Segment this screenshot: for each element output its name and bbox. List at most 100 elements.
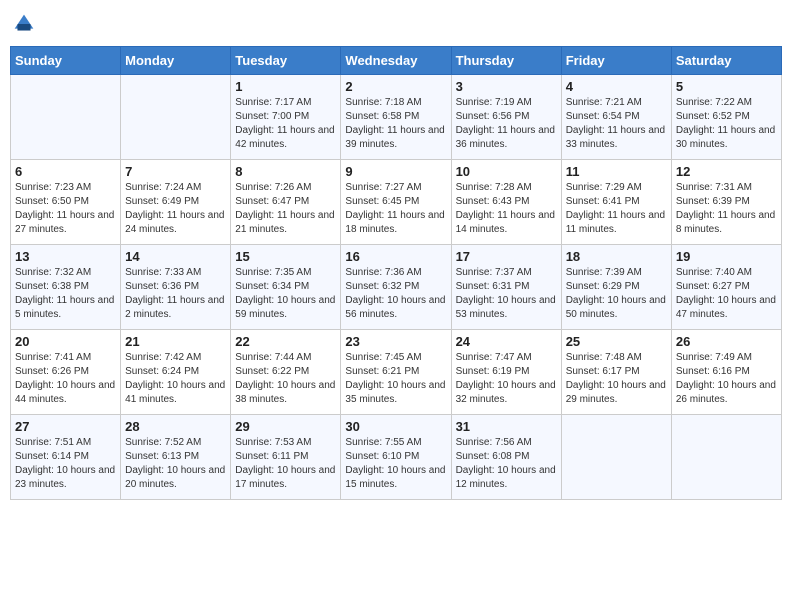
calendar-cell: 6 Sunrise: 7:23 AM Sunset: 6:50 PM Daylig…	[11, 160, 121, 245]
calendar-cell	[561, 415, 671, 500]
calendar-cell: 2 Sunrise: 7:18 AM Sunset: 6:58 PM Daylig…	[341, 75, 451, 160]
day-number: 11	[566, 164, 667, 179]
day-number: 23	[345, 334, 446, 349]
day-number: 4	[566, 79, 667, 94]
day-info: Sunrise: 7:49 AM Sunset: 6:16 PM Dayligh…	[676, 351, 777, 407]
weekday-header: Wednesday	[341, 47, 451, 75]
day-number: 28	[125, 419, 226, 434]
day-info: Sunrise: 7:23 AM Sunset: 6:50 PM Dayligh…	[15, 181, 116, 237]
calendar-week-row: 27 Sunrise: 7:51 AM Sunset: 6:14 PM Dayli…	[11, 415, 782, 500]
calendar-cell: 19 Sunrise: 7:40 AM Sunset: 6:27 PM Dayli…	[671, 245, 781, 330]
day-info: Sunrise: 7:45 AM Sunset: 6:21 PM Dayligh…	[345, 351, 446, 407]
day-info: Sunrise: 7:55 AM Sunset: 6:10 PM Dayligh…	[345, 436, 446, 492]
calendar-cell: 3 Sunrise: 7:19 AM Sunset: 6:56 PM Daylig…	[451, 75, 561, 160]
calendar-week-row: 6 Sunrise: 7:23 AM Sunset: 6:50 PM Daylig…	[11, 160, 782, 245]
day-info: Sunrise: 7:41 AM Sunset: 6:26 PM Dayligh…	[15, 351, 116, 407]
day-number: 21	[125, 334, 226, 349]
day-info: Sunrise: 7:32 AM Sunset: 6:38 PM Dayligh…	[15, 266, 116, 322]
day-number: 7	[125, 164, 226, 179]
day-number: 31	[456, 419, 557, 434]
day-info: Sunrise: 7:51 AM Sunset: 6:14 PM Dayligh…	[15, 436, 116, 492]
calendar-cell: 24Sunrise: 7:47 AM Sunset: 6:19 PM Dayli…	[451, 330, 561, 415]
calendar-cell: 16 Sunrise: 7:36 AM Sunset: 6:32 PM Dayli…	[341, 245, 451, 330]
calendar-cell: 27 Sunrise: 7:51 AM Sunset: 6:14 PM Dayli…	[11, 415, 121, 500]
day-info: Sunrise: 7:18 AM Sunset: 6:58 PM Dayligh…	[345, 96, 446, 152]
calendar-cell	[671, 415, 781, 500]
day-number: 9	[345, 164, 446, 179]
day-info: Sunrise: 7:21 AM Sunset: 6:54 PM Dayligh…	[566, 96, 667, 152]
logo-icon	[10, 10, 38, 38]
day-info: Sunrise: 7:28 AM Sunset: 6:43 PM Dayligh…	[456, 181, 557, 237]
calendar-cell	[11, 75, 121, 160]
day-number: 14	[125, 249, 226, 264]
calendar-table: SundayMondayTuesdayWednesdayThursdayFrid…	[10, 46, 782, 500]
calendar-cell: 31 Sunrise: 7:56 AM Sunset: 6:08 PM Dayli…	[451, 415, 561, 500]
day-info: Sunrise: 7:29 AM Sunset: 6:41 PM Dayligh…	[566, 181, 667, 237]
day-number: 15	[235, 249, 336, 264]
day-info: Sunrise: 7:27 AM Sunset: 6:45 PM Dayligh…	[345, 181, 446, 237]
day-info: Sunrise: 7:22 AM Sunset: 6:52 PM Dayligh…	[676, 96, 777, 152]
day-number: 22	[235, 334, 336, 349]
calendar-cell: 13 Sunrise: 7:32 AM Sunset: 6:38 PM Dayli…	[11, 245, 121, 330]
day-info: Sunrise: 7:42 AM Sunset: 6:24 PM Dayligh…	[125, 351, 226, 407]
day-number: 5	[676, 79, 777, 94]
weekday-header: Sunday	[11, 47, 121, 75]
day-number: 18	[566, 249, 667, 264]
calendar-cell: 14 Sunrise: 7:33 AM Sunset: 6:36 PM Dayli…	[121, 245, 231, 330]
day-number: 20	[15, 334, 116, 349]
calendar-cell: 22Sunrise: 7:44 AM Sunset: 6:22 PM Dayli…	[231, 330, 341, 415]
calendar-cell: 10 Sunrise: 7:28 AM Sunset: 6:43 PM Dayli…	[451, 160, 561, 245]
day-info: Sunrise: 7:52 AM Sunset: 6:13 PM Dayligh…	[125, 436, 226, 492]
weekday-header: Monday	[121, 47, 231, 75]
calendar-cell: 18 Sunrise: 7:39 AM Sunset: 6:29 PM Dayli…	[561, 245, 671, 330]
calendar-cell: 30 Sunrise: 7:55 AM Sunset: 6:10 PM Dayli…	[341, 415, 451, 500]
calendar-cell: 28 Sunrise: 7:52 AM Sunset: 6:13 PM Dayli…	[121, 415, 231, 500]
day-number: 17	[456, 249, 557, 264]
day-number: 12	[676, 164, 777, 179]
day-number: 13	[15, 249, 116, 264]
weekday-header-row: SundayMondayTuesdayWednesdayThursdayFrid…	[11, 47, 782, 75]
day-info: Sunrise: 7:36 AM Sunset: 6:32 PM Dayligh…	[345, 266, 446, 322]
day-info: Sunrise: 7:48 AM Sunset: 6:17 PM Dayligh…	[566, 351, 667, 407]
calendar-cell: 7Sunrise: 7:24 AM Sunset: 6:49 PM Daylig…	[121, 160, 231, 245]
day-info: Sunrise: 7:47 AM Sunset: 6:19 PM Dayligh…	[456, 351, 557, 407]
day-number: 8	[235, 164, 336, 179]
day-number: 3	[456, 79, 557, 94]
calendar-cell: 15Sunrise: 7:35 AM Sunset: 6:34 PM Dayli…	[231, 245, 341, 330]
day-info: Sunrise: 7:26 AM Sunset: 6:47 PM Dayligh…	[235, 181, 336, 237]
day-info: Sunrise: 7:37 AM Sunset: 6:31 PM Dayligh…	[456, 266, 557, 322]
calendar-cell: 21 Sunrise: 7:42 AM Sunset: 6:24 PM Dayli…	[121, 330, 231, 415]
day-info: Sunrise: 7:19 AM Sunset: 6:56 PM Dayligh…	[456, 96, 557, 152]
day-info: Sunrise: 7:31 AM Sunset: 6:39 PM Dayligh…	[676, 181, 777, 237]
weekday-header: Friday	[561, 47, 671, 75]
day-number: 19	[676, 249, 777, 264]
day-info: Sunrise: 7:39 AM Sunset: 6:29 PM Dayligh…	[566, 266, 667, 322]
day-number: 25	[566, 334, 667, 349]
calendar-cell: 4 Sunrise: 7:21 AM Sunset: 6:54 PM Daylig…	[561, 75, 671, 160]
day-number: 6	[15, 164, 116, 179]
day-number: 10	[456, 164, 557, 179]
calendar-cell: 25 Sunrise: 7:48 AM Sunset: 6:17 PM Dayli…	[561, 330, 671, 415]
calendar-cell: 5 Sunrise: 7:22 AM Sunset: 6:52 PM Daylig…	[671, 75, 781, 160]
page-header	[10, 10, 782, 38]
weekday-header: Tuesday	[231, 47, 341, 75]
day-info: Sunrise: 7:17 AM Sunset: 7:00 PM Dayligh…	[235, 96, 336, 152]
day-number: 30	[345, 419, 446, 434]
calendar-cell	[121, 75, 231, 160]
day-number: 2	[345, 79, 446, 94]
calendar-cell: 12 Sunrise: 7:31 AM Sunset: 6:39 PM Dayli…	[671, 160, 781, 245]
calendar-week-row: 13 Sunrise: 7:32 AM Sunset: 6:38 PM Dayli…	[11, 245, 782, 330]
day-number: 16	[345, 249, 446, 264]
calendar-cell: 23 Sunrise: 7:45 AM Sunset: 6:21 PM Dayli…	[341, 330, 451, 415]
logo	[10, 10, 42, 38]
day-number: 27	[15, 419, 116, 434]
calendar-cell: 1 Sunrise: 7:17 AM Sunset: 7:00 PM Daylig…	[231, 75, 341, 160]
day-number: 1	[235, 79, 336, 94]
day-info: Sunrise: 7:33 AM Sunset: 6:36 PM Dayligh…	[125, 266, 226, 322]
day-info: Sunrise: 7:56 AM Sunset: 6:08 PM Dayligh…	[456, 436, 557, 492]
calendar-week-row: 1 Sunrise: 7:17 AM Sunset: 7:00 PM Daylig…	[11, 75, 782, 160]
calendar-week-row: 20 Sunrise: 7:41 AM Sunset: 6:26 PM Dayli…	[11, 330, 782, 415]
day-info: Sunrise: 7:40 AM Sunset: 6:27 PM Dayligh…	[676, 266, 777, 322]
calendar-cell: 8 Sunrise: 7:26 AM Sunset: 6:47 PM Daylig…	[231, 160, 341, 245]
calendar-cell: 26Sunrise: 7:49 AM Sunset: 6:16 PM Dayli…	[671, 330, 781, 415]
